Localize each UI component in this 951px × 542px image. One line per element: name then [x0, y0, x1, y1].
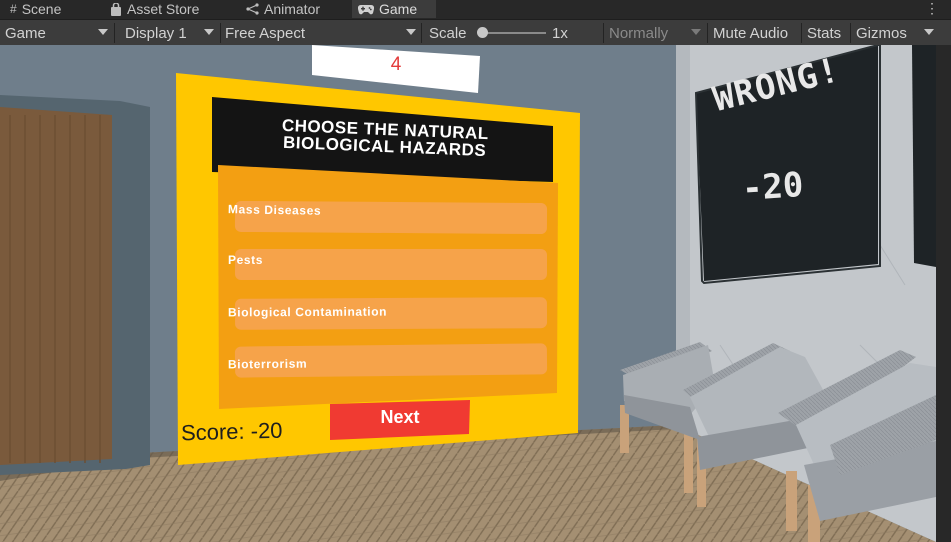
- display-dropdown[interactable]: Display 1: [118, 20, 218, 46]
- gamepad-icon: [358, 4, 374, 15]
- tab-scene[interactable]: # Scene: [4, 0, 67, 18]
- feedback-points: -20: [740, 164, 805, 210]
- view-mode-dropdown[interactable]: Game: [0, 20, 112, 46]
- editor-edge: [936, 45, 951, 542]
- tab-asset-store-label: Asset Store: [127, 1, 200, 17]
- tab-animator[interactable]: Animator: [240, 0, 326, 18]
- option-label-4[interactable]: Bioterrorism: [228, 357, 307, 372]
- tab-asset-store[interactable]: Asset Store: [104, 0, 205, 18]
- scale-slider-handle[interactable]: [477, 27, 488, 38]
- mute-audio-button[interactable]: Mute Audio: [713, 20, 788, 46]
- gizmos-label: Gizmos: [856, 24, 907, 42]
- view-mode-label: Game: [5, 24, 46, 42]
- question-counter: 4: [390, 54, 402, 75]
- divider: [850, 23, 851, 43]
- second-board: [912, 45, 936, 267]
- divider: [421, 23, 422, 43]
- grid-icon: #: [10, 2, 17, 16]
- gizmos-dropdown[interactable]: Gizmos: [856, 20, 936, 46]
- more-options-icon[interactable]: ⋮: [925, 0, 939, 17]
- option-label-1[interactable]: Mass Diseases: [228, 202, 321, 218]
- divider: [603, 23, 604, 43]
- game-scene: [0, 45, 936, 542]
- divider: [801, 23, 802, 43]
- chevron-down-icon: [924, 29, 934, 35]
- animator-icon: [246, 3, 259, 15]
- tab-animator-label: Animator: [264, 1, 321, 17]
- door: [0, 107, 112, 465]
- option-label-3[interactable]: Biological Contamination: [228, 305, 387, 320]
- aspect-label: Free Aspect: [225, 24, 306, 42]
- tab-scene-label: Scene: [21, 1, 62, 17]
- chevron-down-icon: [204, 29, 214, 35]
- chevron-down-icon: [691, 29, 701, 35]
- tab-game-label: Game: [379, 1, 418, 17]
- play-mode-label: Normally: [609, 24, 669, 42]
- game-view-toolbar: Game Display 1 Free Aspect Scale 1x Norm…: [0, 19, 951, 47]
- divider: [707, 23, 708, 43]
- play-mode-dropdown[interactable]: Normally: [605, 20, 705, 46]
- game-viewport[interactable]: 4 CHOOSE THE NATURAL BIOLOGICAL HAZARDS …: [0, 45, 936, 542]
- divider: [114, 23, 115, 43]
- scale-label: Scale: [429, 24, 467, 42]
- stats-button[interactable]: Stats: [807, 20, 841, 46]
- editor-tab-bar: # Scene Asset Store Animator Game ⋮: [0, 0, 951, 18]
- scale-value: 1x: [552, 24, 568, 42]
- display-label: Display 1: [125, 24, 187, 42]
- tab-game[interactable]: Game: [352, 0, 436, 18]
- chevron-down-icon: [98, 29, 108, 35]
- divider: [220, 23, 221, 43]
- next-button-label[interactable]: Next: [330, 407, 470, 428]
- scale-slider-track[interactable]: [480, 32, 546, 34]
- option-label-2[interactable]: Pests: [228, 253, 263, 267]
- bag-icon: [110, 2, 122, 16]
- chevron-down-icon: [406, 29, 416, 35]
- score-label: Score: -20: [180, 417, 283, 446]
- aspect-dropdown[interactable]: Free Aspect: [222, 20, 420, 46]
- option-button-2[interactable]: [235, 249, 547, 280]
